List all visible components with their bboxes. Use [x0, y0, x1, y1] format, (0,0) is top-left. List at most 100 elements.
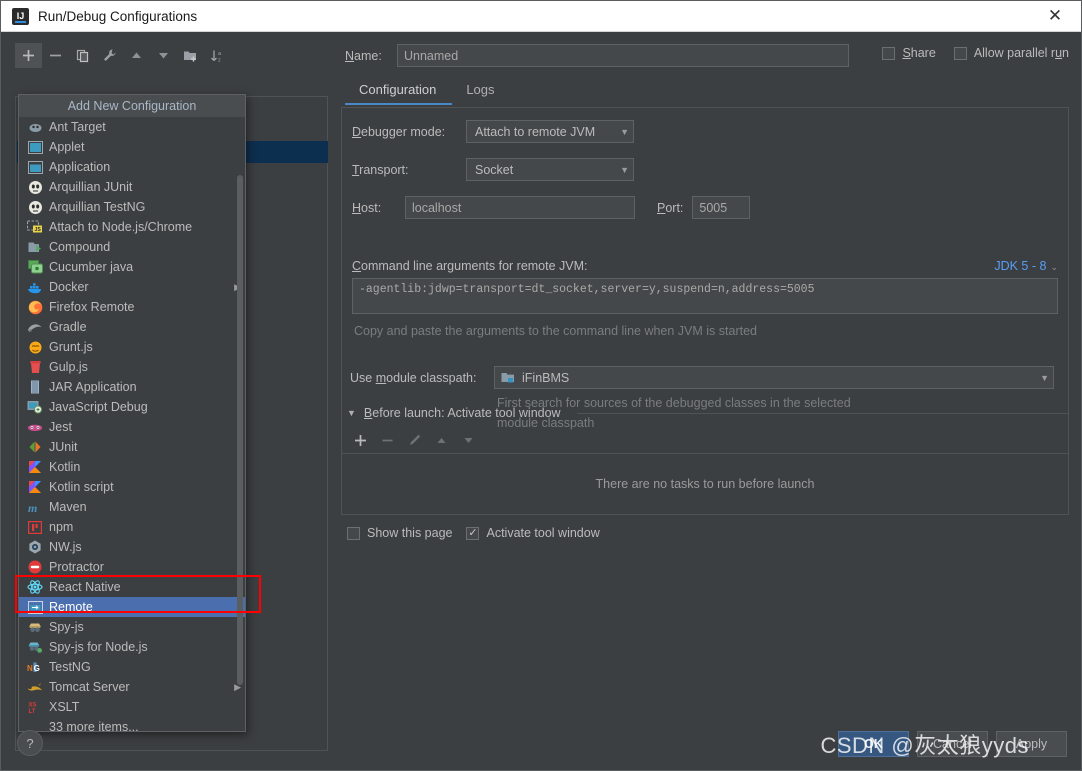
help-button[interactable]: ?	[17, 730, 43, 756]
folder-add-icon[interactable]	[177, 43, 204, 68]
add-task-button[interactable]	[347, 428, 374, 452]
config-type-item[interactable]: JavaScript Debug	[19, 397, 245, 417]
transport-dropdown[interactable]: Socket ▼	[466, 158, 634, 181]
npm-icon	[27, 519, 43, 535]
module-classpath-dropdown[interactable]: iFinBMS ▼	[494, 366, 1054, 389]
config-type-item[interactable]: JUnit	[19, 437, 245, 457]
copy-configuration-button[interactable]	[69, 43, 96, 68]
remote-icon	[27, 599, 43, 615]
share-checkbox[interactable]: Share	[882, 46, 936, 60]
sort-az-icon[interactable]: az	[204, 43, 231, 68]
spyjs-icon	[27, 619, 43, 635]
activate-tool-window-checkbox[interactable]: ✓ Activate tool window	[466, 526, 600, 540]
config-type-item[interactable]: Gradle	[19, 317, 245, 337]
configuration-type-list[interactable]: Ant Target Applet Application Arquillian JU…	[19, 117, 245, 731]
config-type-item[interactable]: Grunt.js	[19, 337, 245, 357]
show-this-page-checkbox[interactable]: Show this page	[347, 526, 452, 540]
configuration-editor-pane: Name: Share Allow parallel run Configura…	[339, 32, 1081, 770]
chevron-down-icon: ▼	[620, 164, 629, 175]
config-type-item[interactable]: React Native	[19, 577, 245, 597]
config-type-label: Cucumber java	[49, 260, 134, 274]
port-input[interactable]	[692, 196, 751, 219]
host-input[interactable]	[405, 196, 635, 219]
run-debug-configurations-dialog: ··································· IJ R…	[0, 0, 1082, 771]
dialog-window: IJ Run/Debug Configurations ✕ a z Add Ne…	[0, 0, 1082, 771]
config-type-label: Docker	[49, 280, 89, 294]
more-items-row[interactable]: 33 more items...	[19, 717, 245, 731]
config-type-item[interactable]: Arquillian TestNG	[19, 197, 245, 217]
compound-icon	[27, 239, 43, 255]
applet-icon	[27, 139, 43, 155]
cancel-button[interactable]: Cancel	[917, 731, 988, 757]
maven-icon: m	[27, 499, 43, 515]
arquillian-icon	[27, 179, 43, 195]
name-input[interactable]	[397, 44, 849, 67]
tab-configuration[interactable]: Configuration	[345, 78, 453, 105]
debugger-mode-row: Debugger mode: Attach to remote JVM ▼	[352, 120, 634, 143]
config-type-label: npm	[49, 520, 74, 534]
add-configuration-button[interactable]	[15, 43, 42, 68]
chevron-down-icon: ▼	[1040, 372, 1049, 383]
copy-paste-hint: Copy and paste the arguments to the comm…	[354, 324, 757, 338]
config-type-item[interactable]: JS Attach to Node.js/Chrome	[19, 217, 245, 237]
config-type-item[interactable]: Applet	[19, 137, 245, 157]
ant-icon	[27, 119, 43, 135]
config-type-item[interactable]: Arquillian JUnit	[19, 177, 245, 197]
config-type-item[interactable]: NW.js	[19, 537, 245, 557]
tab-logs[interactable]: Logs	[452, 78, 510, 105]
wrench-icon[interactable]	[96, 43, 123, 68]
config-type-item[interactable]: Tomcat Server ▶	[19, 677, 245, 697]
command-line-arguments-field[interactable]: -agentlib:jdwp=transport=dt_socket,serve…	[352, 278, 1058, 314]
config-type-item[interactable]: Compound	[19, 237, 245, 257]
allow-parallel-run-checkbox[interactable]: Allow parallel run	[953, 46, 1069, 60]
config-type-item[interactable]: npm	[19, 517, 245, 537]
add-new-configuration-popup: Add New Configuration Ant Target Applet Ap…	[18, 94, 246, 732]
config-type-item[interactable]: JAR Application	[19, 377, 245, 397]
config-type-item[interactable]: Kotlin	[19, 457, 245, 477]
config-type-label: Maven	[49, 500, 87, 514]
svg-text:JS: JS	[35, 227, 42, 233]
allow-parallel-run-checkbox-box	[953, 46, 967, 60]
config-type-item[interactable]: XS LT XSLT	[19, 697, 245, 717]
config-type-label: Gulp.js	[49, 360, 88, 374]
config-type-label: Spy-js	[49, 620, 84, 634]
config-type-item[interactable]: Protractor	[19, 557, 245, 577]
apply-button[interactable]: Apply	[996, 731, 1067, 757]
debugger-mode-dropdown[interactable]: Attach to remote JVM ▼	[466, 120, 634, 143]
before-launch-toolbar	[347, 428, 482, 452]
move-task-down-button	[455, 428, 482, 452]
testng-icon: NG	[27, 659, 43, 675]
config-type-label: Remote	[49, 600, 93, 614]
remove-task-button	[374, 428, 401, 452]
popup-scrollbar[interactable]	[237, 175, 243, 685]
arrow-up-icon[interactable]	[123, 43, 150, 68]
config-type-item[interactable]: Ant Target	[19, 117, 245, 137]
remove-configuration-button[interactable]	[42, 43, 69, 68]
config-type-label: Attach to Node.js/Chrome	[49, 220, 193, 234]
jdk-version-link[interactable]: JDK 5 - 8 ⌄	[994, 259, 1058, 273]
dialog-title: Run/Debug Configurations	[38, 8, 198, 24]
arrow-down-icon[interactable]	[150, 43, 177, 68]
config-type-item[interactable]: Application	[19, 157, 245, 177]
share-checkbox-box	[882, 46, 896, 60]
config-type-item[interactable]: Docker▶	[19, 277, 245, 297]
debugger-mode-label: Debugger mode:	[352, 124, 446, 139]
config-type-item[interactable]: Spy-js	[19, 617, 245, 637]
popup-title: Add New Configuration	[19, 95, 245, 117]
config-type-label: XSLT	[49, 700, 80, 714]
config-type-item[interactable]: Gulp.js	[19, 357, 245, 377]
before-launch-tasks-list[interactable]: There are no tasks to run before launch	[341, 453, 1069, 515]
config-type-item[interactable]: Remote	[19, 597, 245, 617]
config-type-item[interactable]: Kotlin script	[19, 477, 245, 497]
config-type-item[interactable]: Cucumber java	[19, 257, 245, 277]
config-type-item[interactable]: Jest	[19, 417, 245, 437]
spyjs-node-icon	[27, 639, 43, 655]
config-type-item[interactable]: Spy-js for Node.js	[19, 637, 245, 657]
config-type-item[interactable]: N G TestNG	[19, 657, 245, 677]
ok-button[interactable]: OK	[838, 731, 909, 757]
close-icon[interactable]: ✕	[1033, 1, 1077, 31]
config-type-item[interactable]: Firefox Remote	[19, 297, 245, 317]
junit-icon	[27, 439, 43, 455]
collapse-triangle-icon[interactable]: ▼	[347, 408, 356, 418]
config-type-item[interactable]: m Maven	[19, 497, 245, 517]
